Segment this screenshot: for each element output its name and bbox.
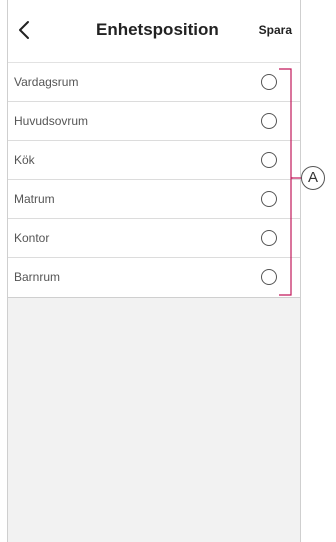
save-button[interactable]: Spara	[259, 23, 292, 37]
room-label: Barnrum	[14, 270, 61, 284]
room-radio-button[interactable]	[261, 269, 277, 285]
room-label: Huvudsovrum	[14, 114, 89, 128]
room-radio-button[interactable]	[261, 74, 277, 90]
room-radio-button[interactable]	[261, 113, 277, 129]
chevron-left-icon	[19, 21, 29, 39]
room-radio-button[interactable]	[261, 152, 277, 168]
room-label: Kontor	[14, 231, 50, 245]
room-list: Vardagsrum Huvudsovrum Kök Matrum Kontor…	[8, 63, 300, 298]
page-title: Enhetsposition	[96, 20, 219, 39]
room-row-huvudsovrum[interactable]: Huvudsovrum	[8, 102, 300, 141]
room-label: Matrum	[14, 192, 55, 206]
room-label: Vardagsrum	[14, 75, 79, 89]
room-radio-button[interactable]	[261, 191, 277, 207]
room-label: Kök	[14, 153, 35, 167]
back-button[interactable]	[14, 18, 36, 42]
room-radio-button[interactable]	[261, 230, 277, 246]
phone-screen: Enhetsposition Spara Vardagsrum Huvudsov…	[7, 0, 301, 542]
room-row-kok[interactable]: Kök	[8, 141, 300, 180]
app-header: Enhetsposition Spara	[8, 0, 300, 63]
room-row-vardagsrum[interactable]: Vardagsrum	[8, 63, 300, 102]
room-row-kontor[interactable]: Kontor	[8, 219, 300, 258]
annotation-callout-a: A	[301, 166, 325, 190]
room-row-matrum[interactable]: Matrum	[8, 180, 300, 219]
annotation-bracket	[279, 68, 293, 296]
room-row-barnrum[interactable]: Barnrum	[8, 258, 300, 297]
